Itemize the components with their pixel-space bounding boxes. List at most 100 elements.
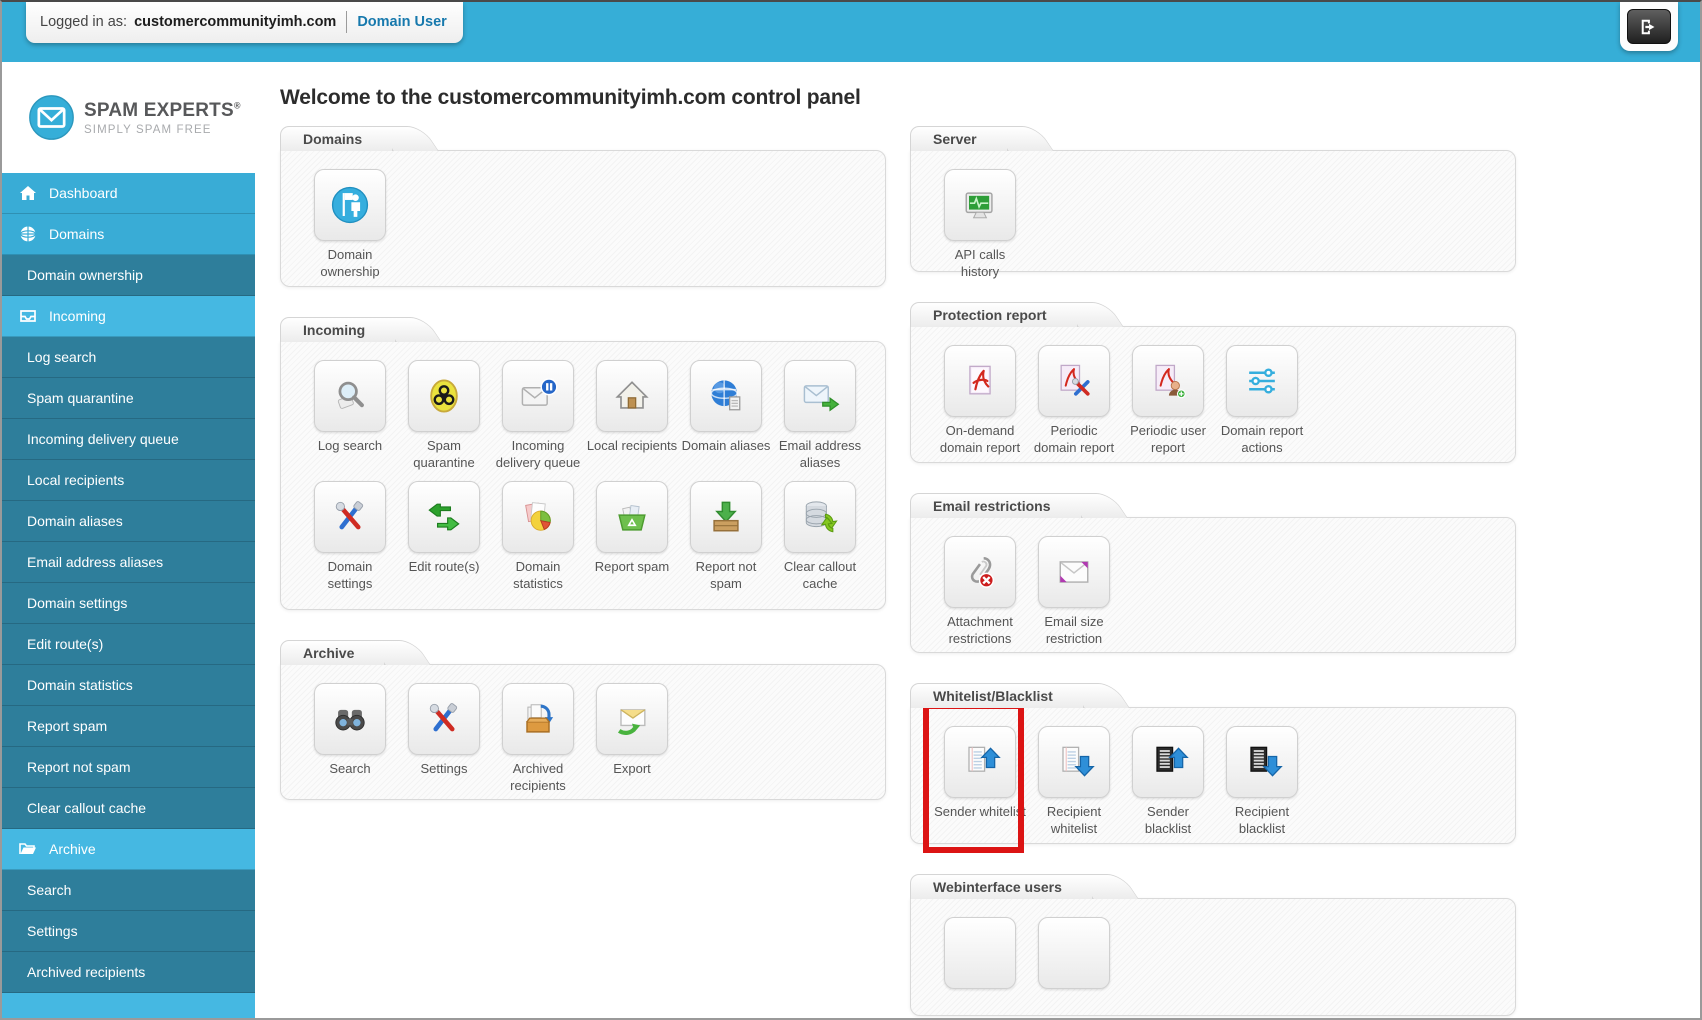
sidebar-item-incoming-delivery-queue[interactable]: Incoming delivery queue (2, 419, 255, 460)
sliders-icon (1249, 368, 1275, 394)
tools-icon (429, 703, 458, 732)
house-icon (615, 381, 649, 409)
envelope-size-icon (1059, 561, 1089, 583)
whitelist-down-icon (1062, 746, 1095, 777)
pdf-tools-icon (1060, 364, 1090, 396)
sidebar-item-local-recipients[interactable]: Local recipients (2, 460, 255, 501)
sidebar-item-domains[interactable]: Domains (2, 214, 255, 255)
panel-protection-report-tab: Protection report (910, 302, 1078, 327)
blacklist-up-icon (1156, 746, 1189, 772)
route-arrows-icon (428, 503, 460, 531)
inbox-icon (20, 310, 36, 322)
whitelist-up-icon (968, 746, 1001, 772)
sidebar-item-incoming[interactable]: Incoming (2, 296, 255, 337)
sidebar-item-archive[interactable]: Archive (2, 829, 255, 870)
tile-domain-ownership[interactable]: Domain ownership (303, 169, 397, 280)
panel-domains-tab: Domains (280, 126, 394, 151)
tile-sender-blacklist[interactable]: Sender blacklist (1121, 726, 1215, 837)
login-badge: Logged in as: customercommunityimh.com D… (26, 2, 463, 43)
main-content: Welcome to the customercommunityimh.com … (255, 62, 1700, 1018)
tile-log-search[interactable]: Log search (303, 360, 397, 471)
sidebar-item-archive-search[interactable]: Search (2, 870, 255, 911)
magnifier-icon (337, 381, 364, 409)
paperclip-block-icon (970, 556, 995, 588)
tile-email-address-aliases[interactable]: Email address aliases (773, 360, 867, 471)
tile-archive-search[interactable]: Search (303, 683, 397, 794)
sidebar-item-archived-recipients[interactable]: Archived recipients (2, 952, 255, 993)
sidebar-item-domain-settings[interactable]: Domain settings (2, 583, 255, 624)
panel-archive-tab: Archive (280, 640, 386, 665)
binoculars-icon (335, 709, 365, 731)
tile-email-size-restriction[interactable]: Email size restriction (1027, 536, 1121, 647)
tile-recipient-whitelist[interactable]: Recipient whitelist (1027, 726, 1121, 837)
panel-email-restrictions-tab: Email restrictions (910, 493, 1082, 518)
sidebar-item-email-address-aliases[interactable]: Email address aliases (2, 542, 255, 583)
panel-incoming: Incoming Log search Spam quarantine Inco… (280, 317, 886, 610)
tile-report-spam[interactable]: Report spam (585, 481, 679, 592)
biohazard-icon (430, 379, 458, 413)
tile-archived-recipients[interactable]: Archived recipients (491, 683, 585, 794)
tile-domain-aliases[interactable]: Domain aliases (679, 360, 773, 471)
tile-edit-routes[interactable]: Edit route(s) (397, 481, 491, 592)
logged-in-label: Logged in as: (40, 14, 128, 30)
panel-whitelist-blacklist-tab: Whitelist/Blacklist (910, 683, 1084, 708)
tile-domain-statistics[interactable]: Domain statistics (491, 481, 585, 592)
sidebar-item-domain-ownership[interactable]: Domain ownership (2, 255, 255, 296)
home-icon (20, 186, 36, 200)
tile-webinterface-user-2[interactable] (1027, 917, 1121, 989)
tile-report-not-spam[interactable]: Report not spam (679, 481, 773, 592)
pdf-user-icon (1155, 364, 1186, 399)
tile-sender-whitelist[interactable]: Sender whitelist (933, 726, 1027, 837)
tile-incoming-delivery-queue[interactable]: Incoming delivery queue (491, 360, 585, 471)
tile-periodic-user-report[interactable]: Periodic user report (1121, 345, 1215, 456)
panel-domains: Domains Domain ownership (280, 126, 886, 287)
sidebar-item-dashboard[interactable]: Dashboard (2, 173, 255, 214)
left-column: Domains Domain ownership Incoming Log se… (280, 126, 886, 830)
tile-on-demand-domain-report[interactable]: On-demand domain report (933, 345, 1027, 456)
page-title: Welcome to the customercommunityimh.com … (280, 86, 861, 109)
logout-icon (1641, 19, 1655, 34)
panel-archive: Archive Search Settings Archived recipie… (280, 640, 886, 800)
app-window: Logged in as: customercommunityimh.com D… (0, 0, 1702, 1020)
person-flag-icon (331, 186, 369, 224)
tile-local-recipients[interactable]: Local recipients (585, 360, 679, 471)
sidebar-item-partial[interactable] (2, 993, 255, 1018)
tile-periodic-domain-report[interactable]: Periodic domain report (1027, 345, 1121, 456)
tile-archive-settings[interactable]: Settings (397, 683, 491, 794)
tools-icon (335, 501, 364, 530)
sidebar-item-report-not-spam[interactable]: Report not spam (2, 747, 255, 788)
tile-export[interactable]: Export (585, 683, 679, 794)
sidebar-item-archive-settings[interactable]: Settings (2, 911, 255, 952)
sidebar-item-domain-aliases[interactable]: Domain aliases (2, 501, 255, 542)
tile-domain-report-actions[interactable]: Domain report actions (1215, 345, 1309, 456)
panel-incoming-tab: Incoming (280, 317, 397, 342)
tile-spam-quarantine[interactable]: Spam quarantine (397, 360, 491, 471)
sidebar-nav: Dashboard Domains Domain ownership Incom… (2, 173, 255, 1018)
panel-server-tab: Server (910, 126, 1008, 151)
sidebar-item-report-spam[interactable]: Report spam (2, 706, 255, 747)
tile-recipient-blacklist[interactable]: Recipient blacklist (1215, 726, 1309, 837)
panel-whitelist-blacklist: Whitelist/Blacklist Sender whitelist Rec… (910, 683, 1516, 853)
tile-api-calls-history[interactable]: API calls history (933, 169, 1027, 280)
panel-email-restrictions: Email restrictions Attachment restrictio… (910, 493, 1516, 653)
sidebar-item-domain-statistics[interactable]: Domain statistics (2, 665, 255, 706)
sidebar-item-spam-quarantine[interactable]: Spam quarantine (2, 378, 255, 419)
tile-clear-callout-cache[interactable]: Clear callout cache (773, 481, 867, 592)
crate-arrow-icon (713, 501, 739, 532)
role-link[interactable]: Domain User (357, 14, 446, 30)
tile-webinterface-user-1[interactable] (933, 917, 1027, 989)
statistics-pie-icon (525, 502, 551, 531)
logout-button[interactable] (1627, 9, 1671, 44)
panel-webinterface-users: Webinterface users (910, 874, 1516, 1016)
tile-attachment-restrictions[interactable]: Attachment restrictions (933, 536, 1027, 647)
panel-protection-report: Protection report On-demand domain repor… (910, 302, 1516, 463)
tile-domain-settings[interactable]: Domain settings (303, 481, 397, 592)
brand-logo: SPAM EXPERTS® SIMPLY SPAM FREE (2, 62, 255, 173)
sidebar-item-edit-routes[interactable]: Edit route(s) (2, 624, 255, 665)
badge-divider (346, 11, 348, 33)
database-recycle-icon (805, 501, 838, 533)
globe-icon (19, 226, 37, 242)
sidebar-item-log-search[interactable]: Log search (2, 337, 255, 378)
sidebar-item-clear-callout-cache[interactable]: Clear callout cache (2, 788, 255, 829)
logout-container (1620, 2, 1678, 51)
